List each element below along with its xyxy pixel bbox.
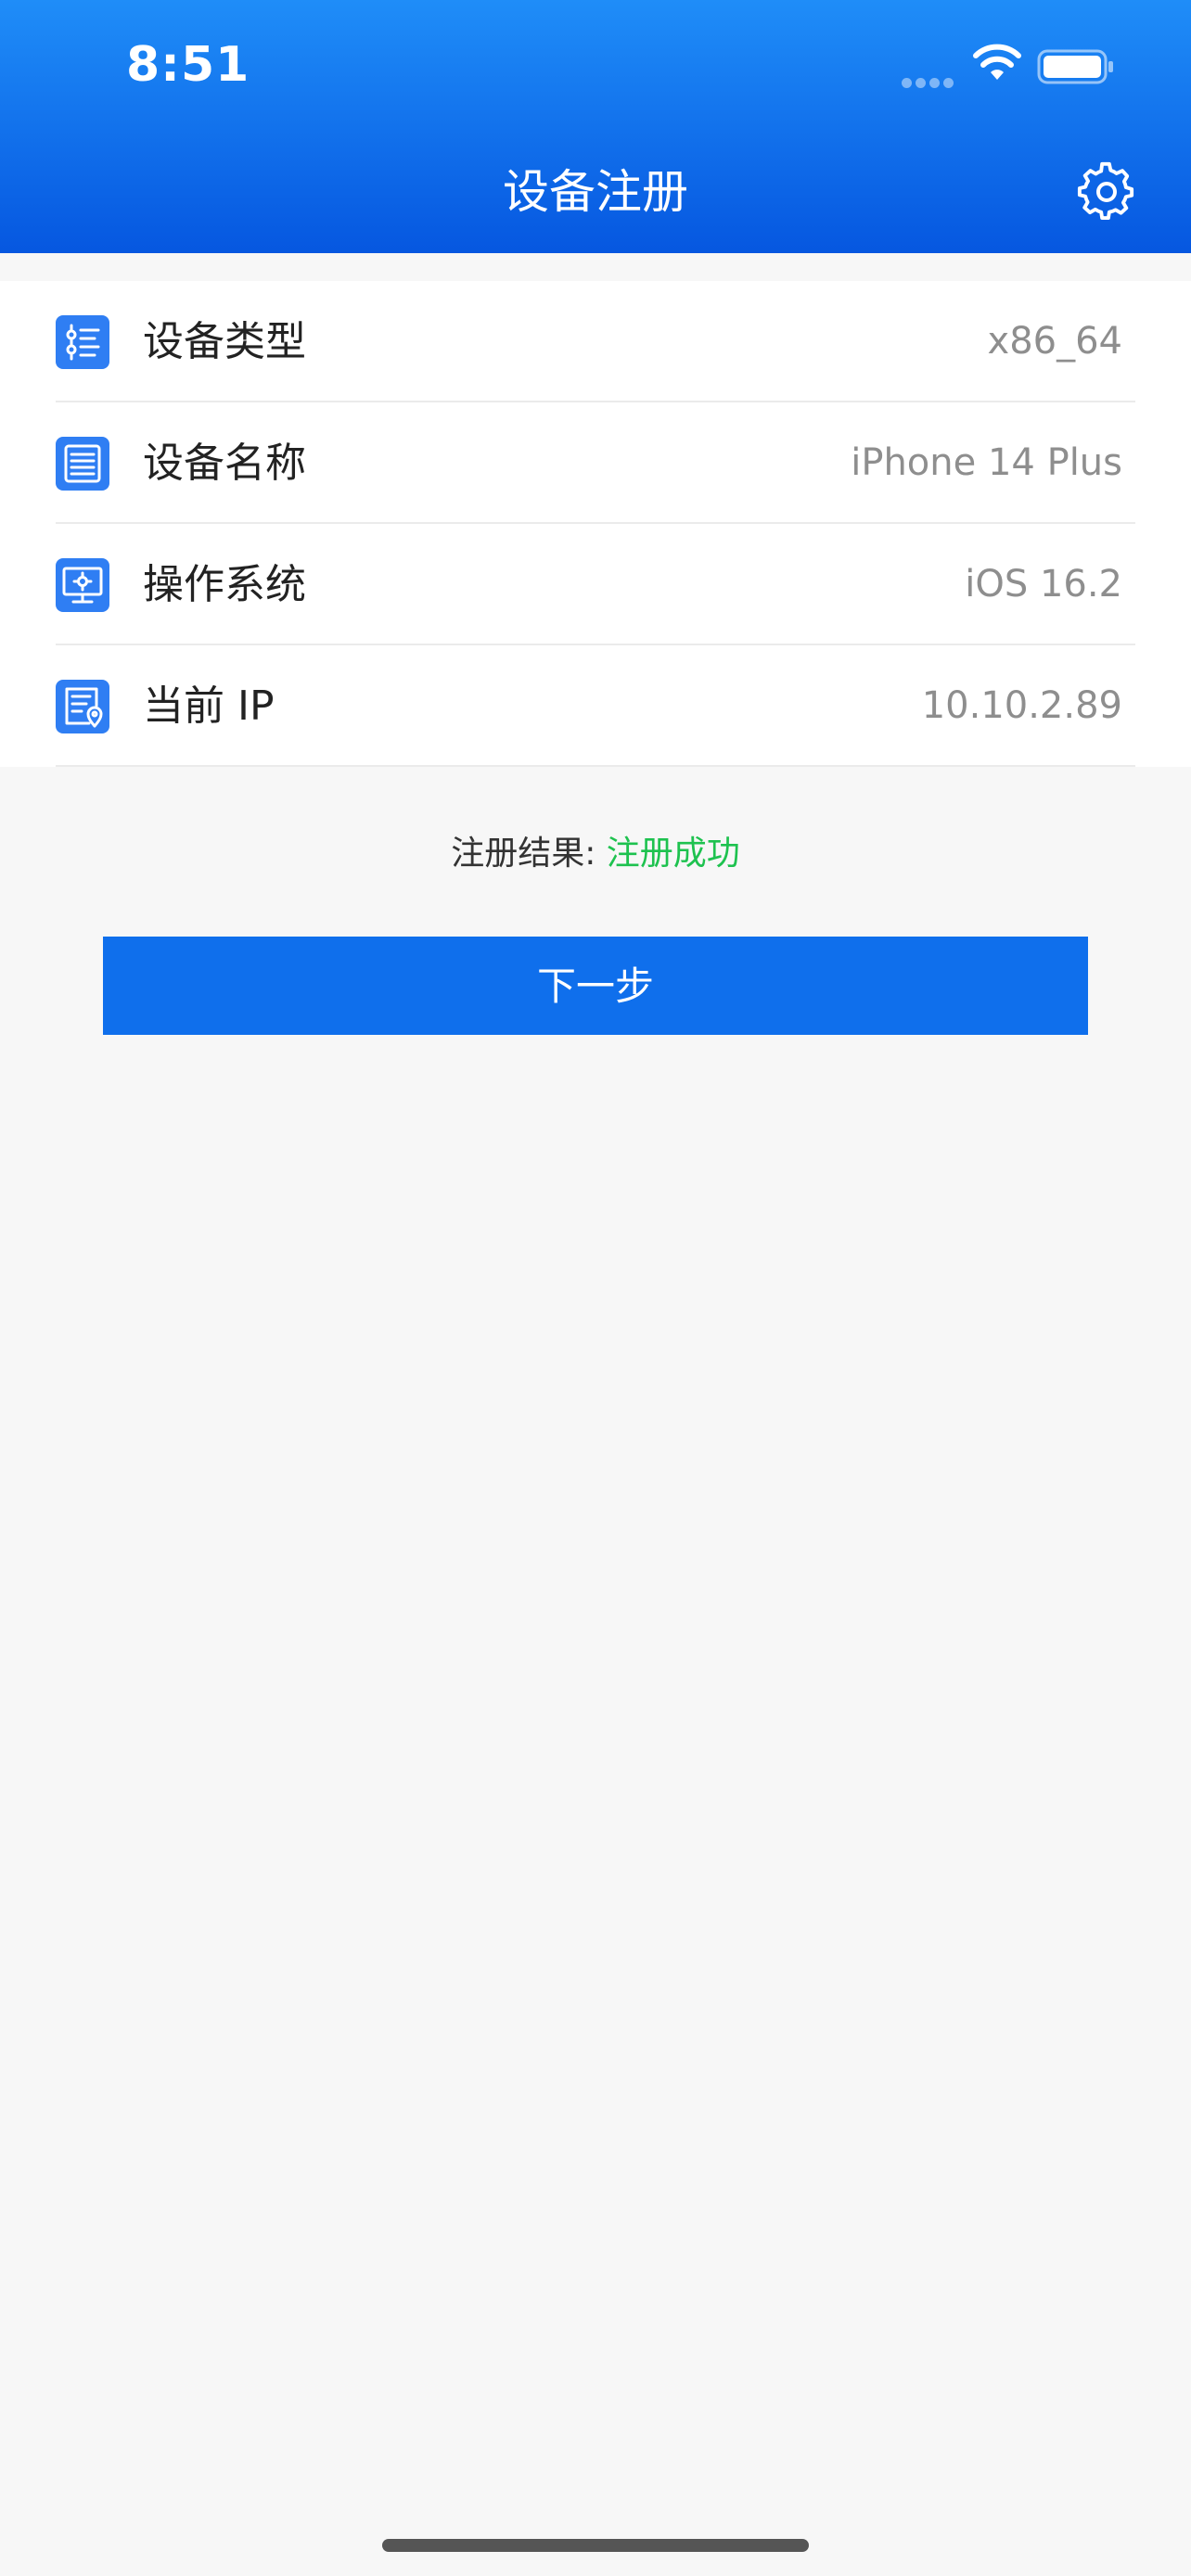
monitor-gear-icon [56, 558, 109, 612]
cellular-signal-icon [902, 74, 957, 88]
app-header: 8:51 设备注册 [0, 0, 1191, 253]
device-type-label: 设备类型 [143, 318, 306, 365]
home-indicator[interactable] [382, 2539, 809, 2552]
device-name-value: iPhone 14 Plus [851, 441, 1122, 484]
os-label: 操作系统 [143, 561, 306, 608]
device-type-value: x86_64 [987, 320, 1122, 363]
next-step-button[interactable]: 下一步 [103, 937, 1088, 1035]
device-name-label: 设备名称 [143, 440, 306, 487]
os-row: 操作系统 iOS 16.2 [56, 524, 1135, 645]
current-ip-value: 10.10.2.89 [921, 684, 1122, 727]
battery-icon [1037, 49, 1113, 84]
os-value: iOS 16.2 [965, 563, 1122, 606]
current-ip-label: 当前 IP [143, 682, 275, 730]
device-type-row: 设备类型 x86_64 [56, 281, 1135, 402]
registration-result-label: 注册结果: [451, 835, 607, 873]
wifi-icon [973, 44, 1021, 80]
device-info-list: 设备类型 x86_64 设备名称 iPhone 14 Plus 操作系统 iOS… [0, 281, 1191, 767]
page-title: 设备注册 [503, 165, 688, 219]
status-bar-time: 8:51 [126, 37, 250, 93]
device-name-row: 设备名称 iPhone 14 Plus [56, 402, 1135, 524]
list-settings-icon [56, 315, 109, 369]
current-ip-row: 当前 IP 10.10.2.89 [56, 645, 1135, 767]
registration-result-status: 注册成功 [606, 835, 740, 873]
document-location-icon [56, 680, 109, 733]
server-list-icon [56, 437, 109, 491]
registration-result: 注册结果: 注册成功 [0, 830, 1191, 878]
settings-gear-icon[interactable] [1076, 161, 1137, 223]
